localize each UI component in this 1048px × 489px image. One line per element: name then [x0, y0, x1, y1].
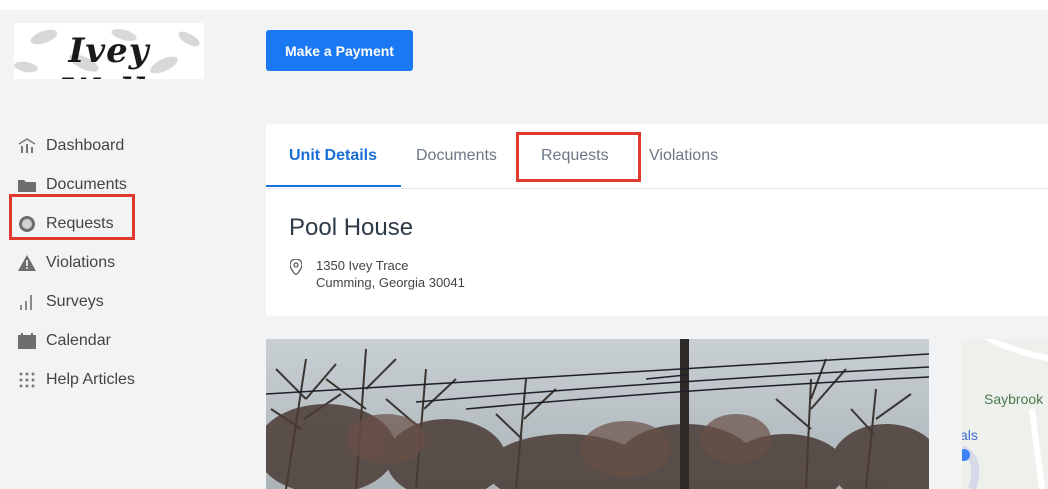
make-payment-button[interactable]: Make a Payment — [266, 30, 413, 71]
sidebar-item-label: Help Articles — [46, 370, 135, 388]
tab-requests-highlight-box — [516, 132, 641, 182]
logo-text: Ivey Walk — [60, 31, 157, 79]
unit-address: 1350 Ivey Trace Cumming, Georgia 30041 — [316, 257, 465, 291]
active-tab-indicator — [266, 185, 401, 187]
folder-icon — [18, 176, 36, 194]
sidebar-nav: Dashboard Documents Requests Violations … — [18, 126, 158, 399]
sidebar-item-label: Dashboard — [46, 136, 125, 154]
sidebar-item-label: Surveys — [46, 292, 104, 310]
chart-bars-icon — [18, 137, 36, 155]
ivey-walk-logo[interactable]: Ivey Walk — [14, 23, 204, 79]
address-line-2: Cumming, Georgia 30041 — [316, 275, 465, 290]
calendar-icon — [18, 332, 36, 350]
sidebar-item-dashboard[interactable]: Dashboard — [18, 126, 158, 165]
location-pin-icon — [290, 259, 302, 275]
map-label-partial: als — [962, 427, 978, 443]
unit-card: Unit Details Documents Requests Violatio… — [266, 124, 1048, 316]
sidebar-item-label: Documents — [46, 175, 127, 193]
map-label-saybrook: Saybrook — [984, 391, 1044, 407]
sidebar-item-violations[interactable]: Violations — [18, 243, 158, 282]
tab-documents[interactable]: Documents — [416, 147, 497, 165]
location-map[interactable]: Saybrook als — [962, 339, 1048, 489]
sidebar-item-label: Calendar — [46, 331, 111, 349]
tab-bar: Unit Details Documents Requests Violatio… — [266, 124, 1048, 189]
address-line-1: 1350 Ivey Trace — [316, 258, 409, 273]
tab-unit-details[interactable]: Unit Details — [289, 147, 377, 165]
sidebar-item-help-articles[interactable]: Help Articles — [18, 360, 158, 399]
top-cropped-strip — [0, 0, 1048, 10]
bar-chart-icon — [18, 293, 36, 311]
unit-title: Pool House — [289, 214, 414, 241]
tab-violations[interactable]: Violations — [649, 147, 718, 165]
map-roads — [962, 339, 1048, 489]
grid-dots-icon — [18, 371, 36, 389]
warning-triangle-icon — [18, 254, 36, 272]
street-view-photo — [266, 339, 929, 489]
sidebar-item-surveys[interactable]: Surveys — [18, 282, 158, 321]
sidebar-item-calendar[interactable]: Calendar — [18, 321, 158, 360]
sidebar-requests-highlight-box — [9, 194, 135, 240]
sidebar-item-label: Violations — [46, 253, 116, 271]
